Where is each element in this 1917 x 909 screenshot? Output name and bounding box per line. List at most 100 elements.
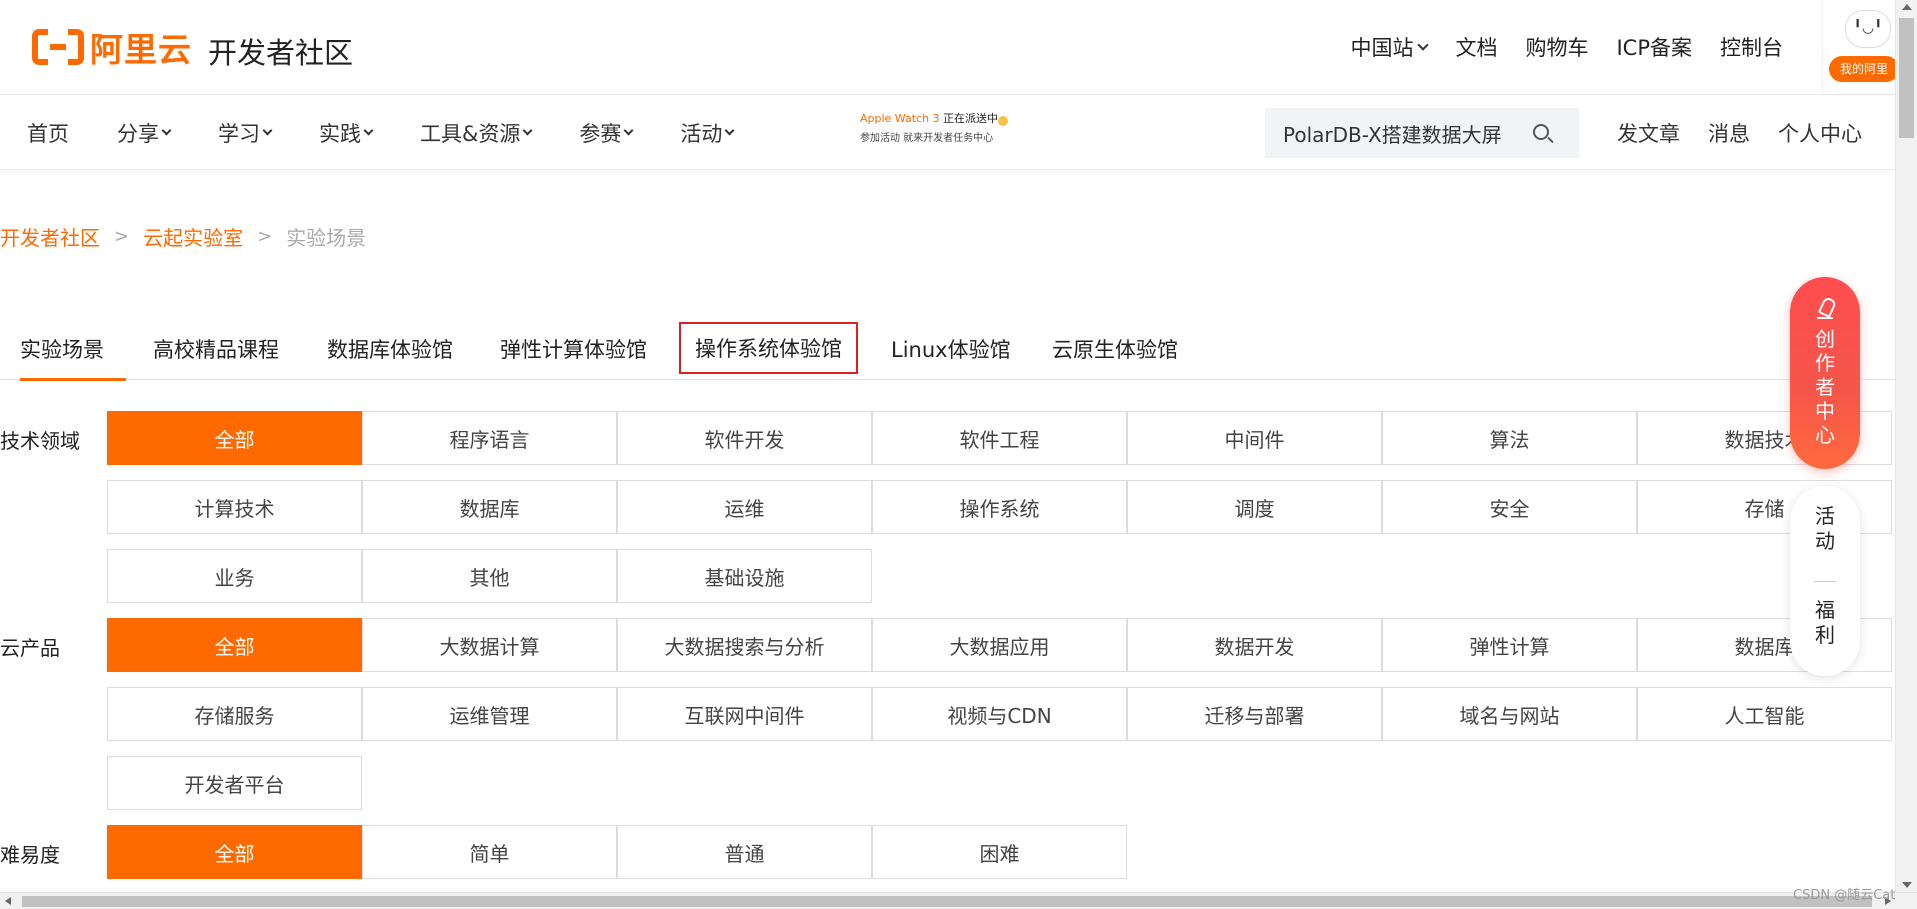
top-link-icp[interactable]: ICP备案: [1616, 32, 1692, 62]
promo-banner[interactable]: Apple Watch 3 正在派送中 参加活动 就来开发者任务中心: [860, 110, 1010, 154]
welfare-divider: [1814, 581, 1836, 582]
filter-option[interactable]: 普通: [617, 825, 872, 879]
filter-option[interactable]: 数据库: [362, 480, 617, 534]
promo-line2: 参加活动 就来开发者任务中心: [860, 133, 994, 144]
creator-center-button[interactable]: 创作者中心: [1790, 277, 1860, 469]
filter-option[interactable]: 迁移与部署: [1127, 687, 1382, 741]
top-link-console[interactable]: 控制台: [1720, 32, 1783, 62]
filter-label: 云产品: [0, 636, 60, 660]
filter-option[interactable]: 人工智能: [1637, 687, 1892, 741]
filter-option[interactable]: 域名与网站: [1382, 687, 1637, 741]
breadcrumb: 开发者社区 > 云起实验室 > 实验场景: [0, 222, 366, 251]
messages-link[interactable]: 消息: [1708, 118, 1750, 148]
nav-item-3[interactable]: 实践: [319, 118, 374, 148]
scroll-left-arrow-icon[interactable]: [5, 897, 11, 905]
scroll-down-arrow-icon[interactable]: [1902, 882, 1912, 888]
tab-database-hall[interactable]: 数据库体验馆: [327, 334, 453, 364]
chevron-down-icon: [262, 125, 273, 136]
user-center-link[interactable]: 个人中心: [1778, 118, 1862, 148]
filter-label: 技术领域: [0, 429, 80, 453]
filter-option[interactable]: 大数据计算: [362, 618, 617, 672]
top-links: 中国站 文档 购物车 ICP备案 控制台: [1350, 32, 1783, 62]
filter-option[interactable]: 安全: [1382, 480, 1637, 534]
creator-center-label: 创作者中心: [1815, 327, 1835, 447]
filter-option[interactable]: 其他: [362, 549, 617, 603]
filter-option[interactable]: 运维: [617, 480, 872, 534]
filter-option[interactable]: 全部: [107, 825, 362, 879]
write-article-link[interactable]: 发文章: [1617, 118, 1680, 148]
breadcrumb-current: 实验场景: [286, 226, 367, 250]
nav-item-label: 活动: [680, 122, 723, 146]
nav-right-links: 发文章 消息 个人中心: [1617, 118, 1862, 148]
avatar-area[interactable]: ╹◡╹ 我的阿里: [1822, 0, 1899, 95]
promo-badge-icon: [998, 116, 1008, 126]
filter-option[interactable]: 软件开发: [617, 411, 872, 465]
filter-option[interactable]: 全部: [107, 411, 362, 465]
avatar-icon: ╹◡╹: [1845, 10, 1891, 48]
region-selector[interactable]: 中国站: [1350, 32, 1430, 62]
nav-item-5[interactable]: 参赛: [579, 118, 634, 148]
top-header: 阿里云 开发者社区 中国站 文档 购物车 ICP备案 控制台 ╹◡╹ 我的阿里: [0, 0, 1899, 95]
nav-item-0[interactable]: 首页: [27, 118, 69, 148]
tab-linux-hall[interactable]: Linux体验馆: [891, 334, 1011, 364]
tab-university-courses[interactable]: 高校精品课程: [153, 334, 279, 364]
filter-option[interactable]: 计算技术: [107, 480, 362, 534]
chevron-down-icon: [161, 125, 172, 136]
nav-item-1[interactable]: 分享: [117, 118, 172, 148]
pen-icon: [1815, 297, 1835, 321]
filter-option[interactable]: 业务: [107, 549, 362, 603]
aliyun-logo[interactable]: 阿里云: [32, 26, 192, 69]
nav-item-2[interactable]: 学习: [218, 118, 273, 148]
promo-brand: Apple Watch 3: [860, 112, 940, 125]
filter-option[interactable]: 运维管理: [362, 687, 617, 741]
vertical-scroll-thumb[interactable]: [1899, 18, 1914, 138]
filter-label: 难易度: [0, 843, 60, 867]
search-icon[interactable]: [1533, 124, 1549, 140]
horizontal-scroll-thumb[interactable]: [22, 896, 1872, 907]
filter-option[interactable]: 算法: [1382, 411, 1637, 465]
filter-option[interactable]: 数据开发: [1127, 618, 1382, 672]
filter-option[interactable]: 视频与CDN: [872, 687, 1127, 741]
filter-option[interactable]: 困难: [872, 825, 1127, 879]
search-input[interactable]: [1283, 121, 1523, 145]
chevron-down-icon: [724, 125, 735, 136]
site-title[interactable]: 开发者社区: [208, 30, 353, 72]
breadcrumb-lab[interactable]: 云起实验室: [143, 222, 243, 251]
filter-option[interactable]: 开发者平台: [107, 756, 362, 810]
filter-option[interactable]: 程序语言: [362, 411, 617, 465]
filter-option[interactable]: 弹性计算: [1382, 618, 1637, 672]
filter-option[interactable]: 互联网中间件: [617, 687, 872, 741]
chevron-down-icon: [363, 125, 374, 136]
breadcrumb-separator-icon: >: [257, 226, 273, 247]
filter-option[interactable]: 存储服务: [107, 687, 362, 741]
activity-welfare-button[interactable]: 活动 福利: [1790, 486, 1860, 676]
tab-cloud-native-hall[interactable]: 云原生体验馆: [1052, 334, 1178, 364]
filter-option[interactable]: 全部: [107, 618, 362, 672]
filter-option[interactable]: 调度: [1127, 480, 1382, 534]
main-nav: 首页 分享 学习 实践 工具&资源 参赛 活动 Apple Watch 3 正在派送中 参加…: [0, 96, 1895, 170]
nav-item-6[interactable]: 活动: [680, 118, 735, 148]
filter-option[interactable]: 简单: [362, 825, 617, 879]
breadcrumb-separator-icon: >: [114, 226, 130, 247]
tab-lab-scenes[interactable]: 实验场景: [20, 334, 126, 381]
logo-text: 阿里云: [90, 30, 192, 69]
top-link-docs[interactable]: 文档: [1455, 32, 1497, 62]
chevron-down-icon: [1417, 38, 1430, 51]
horizontal-scrollbar[interactable]: [0, 892, 1917, 909]
vertical-scrollbar[interactable]: [1895, 0, 1917, 892]
filter-option[interactable]: 软件工程: [872, 411, 1127, 465]
scroll-up-arrow-icon[interactable]: [1902, 4, 1912, 10]
tab-os-hall[interactable]: 操作系统体验馆: [679, 322, 858, 374]
filter-option[interactable]: 大数据搜索与分析: [617, 618, 872, 672]
top-link-cart[interactable]: 购物车: [1525, 32, 1588, 62]
tab-elastic-compute-hall[interactable]: 弹性计算体验馆: [500, 334, 647, 364]
filter-option[interactable]: 操作系统: [872, 480, 1127, 534]
nav-item-label: 分享: [117, 122, 159, 146]
breadcrumb-community[interactable]: 开发者社区: [0, 222, 100, 251]
filter-option[interactable]: 大数据应用: [872, 618, 1127, 672]
chevron-down-icon: [623, 125, 634, 136]
filter-option[interactable]: 基础设施: [617, 549, 872, 603]
nav-items: 首页 分享 学习 实践 工具&资源 参赛 活动: [27, 118, 781, 148]
nav-item-4[interactable]: 工具&资源: [420, 118, 533, 148]
filter-option[interactable]: 中间件: [1127, 411, 1382, 465]
